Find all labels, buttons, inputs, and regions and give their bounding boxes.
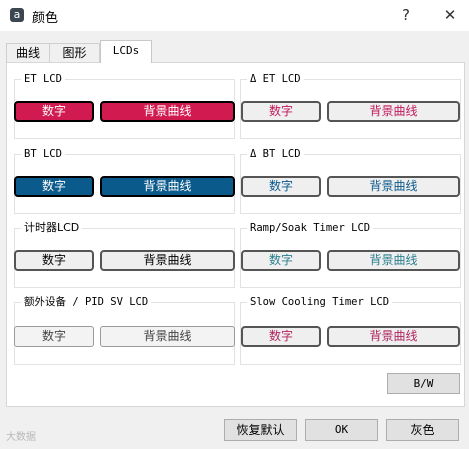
- et-digits-button[interactable]: 数字: [14, 101, 94, 122]
- window-title: 颜色: [32, 11, 59, 26]
- slow-cooling-lcd-title: Slow Cooling Timer LCD: [247, 295, 393, 309]
- watermark-text: 大数据: [6, 432, 36, 443]
- tab-lcds[interactable]: LCDs: [100, 40, 152, 63]
- ok-button[interactable]: OK: [305, 419, 378, 441]
- restore-defaults-button[interactable]: 恢复默认: [224, 419, 297, 441]
- app-icon: a: [10, 8, 24, 22]
- close-icon[interactable]: ✕: [438, 4, 462, 26]
- delta-et-digits-button[interactable]: 数字: [241, 101, 321, 122]
- delta-et-lcd-title: Δ ET LCD: [247, 72, 304, 86]
- bt-lcd-title: BT LCD: [21, 147, 65, 161]
- ramp-background-button[interactable]: 背景曲线: [327, 250, 460, 271]
- grey-button[interactable]: 灰色: [386, 419, 459, 441]
- delta-bt-digits-button[interactable]: 数字: [241, 176, 321, 197]
- tab-graph[interactable]: 图形: [49, 43, 100, 62]
- bw-button[interactable]: B/W: [387, 373, 460, 394]
- delta-et-background-button[interactable]: 背景曲线: [327, 101, 460, 122]
- tab-curves[interactable]: 曲线: [6, 43, 50, 62]
- ramp-soak-lcd-title: Ramp/Soak Timer LCD: [247, 221, 374, 235]
- bt-digits-button[interactable]: 数字: [14, 176, 94, 197]
- title-bar: a 颜色 ? ✕: [0, 0, 469, 31]
- bt-background-button[interactable]: 背景曲线: [100, 176, 235, 197]
- timer-digits-button[interactable]: 数字: [14, 250, 94, 271]
- delta-bt-lcd-title: Δ BT LCD: [247, 147, 304, 161]
- ramp-digits-button[interactable]: 数字: [241, 250, 321, 271]
- delta-bt-background-button[interactable]: 背景曲线: [327, 176, 460, 197]
- timer-background-button[interactable]: 背景曲线: [100, 250, 235, 271]
- help-icon[interactable]: ?: [394, 4, 418, 26]
- et-lcd-title: ET LCD: [21, 72, 65, 86]
- extra-device-lcd-title: 额外设备 / PID SV LCD: [21, 295, 152, 309]
- cooling-background-button[interactable]: 背景曲线: [327, 326, 460, 347]
- extra-digits-button[interactable]: 数字: [14, 326, 94, 347]
- timer-lcd-title: 计时器LCD: [21, 221, 83, 235]
- cooling-digits-button[interactable]: 数字: [241, 326, 321, 347]
- et-background-button[interactable]: 背景曲线: [100, 101, 235, 122]
- extra-background-button[interactable]: 背景曲线: [100, 326, 235, 347]
